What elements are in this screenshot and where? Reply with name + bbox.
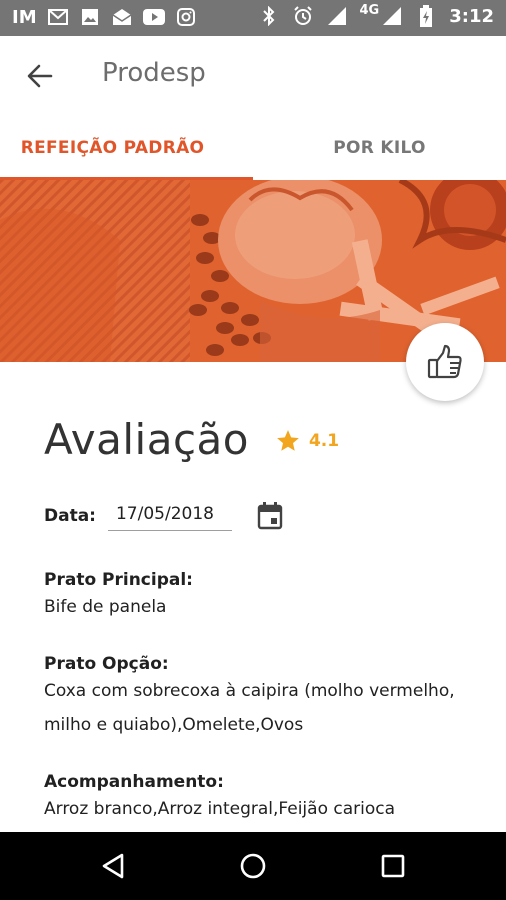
wifi-signal-icon [381, 5, 403, 27]
date-field[interactable] [107, 500, 232, 531]
photo-icon [79, 6, 101, 28]
side-dish-text: Arroz branco,Arroz integral,Feijão cario… [44, 799, 396, 819]
alarm-icon [292, 5, 314, 27]
date-label: Data: [44, 505, 96, 526]
status-im-label: IM [12, 6, 37, 28]
rating: 4.1 [275, 428, 339, 454]
navigation-bar [0, 832, 506, 900]
tab-label: POR KILO [333, 138, 426, 158]
nav-recents-icon [381, 854, 405, 878]
like-button[interactable] [406, 323, 484, 401]
nav-home-icon [240, 853, 266, 879]
star-icon [277, 429, 299, 451]
page-title: Prodesp [102, 58, 206, 88]
nav-home-button[interactable] [233, 846, 273, 886]
evaluation-title: Avaliação [44, 415, 249, 464]
nav-recents-button[interactable] [373, 846, 413, 886]
network-type-label: 4G [359, 2, 380, 18]
tab-por-kilo[interactable]: POR KILO [253, 116, 506, 180]
tab-label: REFEIÇÃO PADRÃO [20, 138, 205, 158]
rating-value: 4.1 [308, 430, 340, 451]
instagram-icon [175, 6, 197, 28]
youtube-icon [142, 6, 165, 28]
battery-icon [415, 5, 437, 27]
calendar-icon [257, 501, 283, 529]
calendar-button[interactable] [256, 501, 284, 530]
gmail-icon [47, 6, 69, 28]
back-button[interactable] [22, 58, 58, 94]
thumbs-up-icon [427, 344, 462, 379]
nav-back-icon [102, 853, 124, 879]
status-time: 3:12 [449, 5, 494, 27]
mail-icon [111, 6, 133, 28]
option-dish-text: Coxa com sobrecoxa à caipira (molho verm… [44, 681, 455, 735]
status-bar-left: IM [12, 6, 197, 28]
signal-icon [326, 5, 348, 27]
main-dish-text: Bife de panela [44, 597, 167, 617]
evaluation-header: Avaliação 4.1 [44, 415, 339, 464]
date-row: Data: [44, 500, 284, 531]
arrow-back-icon [27, 64, 53, 88]
nav-back-button[interactable] [93, 846, 133, 886]
tab-refeicao-padrao[interactable]: REFEIÇÃO PADRÃO [0, 116, 253, 180]
status-bar: IM 4G 3:12 [0, 0, 506, 36]
app-bar: Prodesp [0, 36, 506, 116]
bluetooth-icon [258, 5, 280, 27]
option-dish-label: Prato Opção: [44, 654, 169, 674]
tab-bar: REFEIÇÃO PADRÃO POR KILO [0, 116, 506, 180]
status-bar-right: 4G 3:12 [258, 2, 494, 27]
main-dish-label: Prato Principal: [44, 570, 193, 590]
side-dish-label: Acompanhamento: [44, 772, 224, 792]
